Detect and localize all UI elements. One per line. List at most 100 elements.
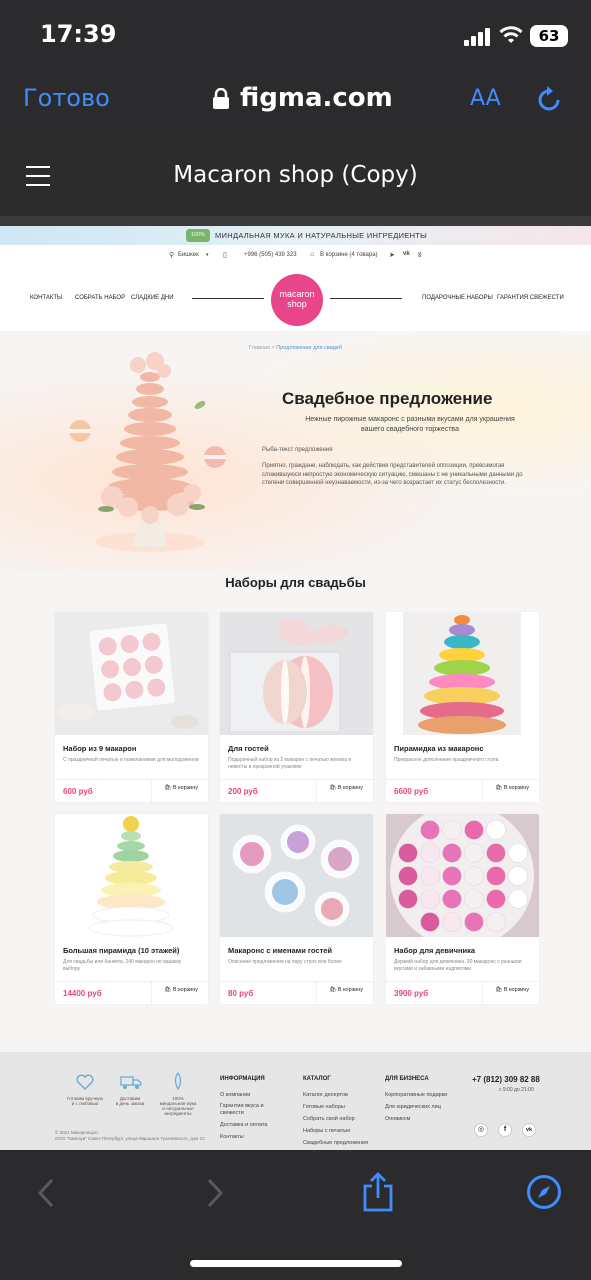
home-indicator[interactable] [190, 1260, 402, 1267]
footer-phone[interactable]: +7 (812) 309 82 88 [472, 1075, 540, 1084]
footer-col-info-title: ИНФОРМАЦИЯ [220, 1076, 265, 1082]
header-phone[interactable]: +996 (505) 439 323 [244, 252, 297, 258]
wifi-icon [499, 26, 523, 43]
footer-link[interactable]: Каталог десертов [303, 1092, 348, 1098]
product-description: Прекрасное дополнение праздничного стола [394, 757, 499, 763]
add-to-cart-button[interactable]: 🛍︎ В корзину [329, 987, 363, 993]
forward-arrow-icon[interactable] [205, 1178, 225, 1208]
cart-icon: 🛍︎ [329, 785, 338, 791]
city-selector[interactable]: Бишкек [178, 252, 199, 258]
promo-text: МИНДАЛЬНАЯ МУКА И НАТУРАЛЬНЫЕ ИНГРЕДИЕНТ… [215, 231, 428, 240]
main-nav: КОНТАКТЫ СОБРАТЬ НАБОР СЛАДКИЕ ДНИ macar… [0, 265, 591, 331]
reader-text-size-button[interactable]: AA [470, 86, 501, 111]
back-arrow-icon[interactable] [36, 1178, 56, 1208]
nav-gift-sets[interactable]: ПОДАРОЧНЫЕ НАБОРЫ [422, 295, 493, 301]
cellular-signal-icon [464, 28, 490, 46]
add-to-cart-button[interactable]: 🛍︎ В корзину [329, 785, 363, 791]
telegram-icon[interactable]: ➤ [389, 251, 395, 259]
hero-subtitle: Нежные пирожные макаронс с разными вкуса… [305, 416, 515, 433]
status-bar: 17:39 63 [0, 0, 591, 70]
footer-link[interactable]: Гарантии вкуса и свежести [220, 1103, 280, 1116]
product-card[interactable]: Набор для девичника Дерзкий набор для де… [386, 814, 539, 1004]
done-button[interactable]: Готово [23, 84, 110, 112]
promo-badge: 100% [186, 229, 210, 242]
product-name: Набор для девичника [394, 946, 476, 955]
promo-banner: 100% МИНДАЛЬНАЯ МУКА И НАТУРАЛЬНЫЕ ИНГРЕ… [0, 226, 591, 245]
canvas-background [0, 216, 591, 226]
heart-badge-icon [76, 1074, 94, 1090]
cart-status[interactable]: В корзине (4 товара) [320, 252, 378, 258]
footer-link[interactable]: Собрать свой набор [303, 1116, 355, 1122]
product-card[interactable]: Набор из 9 макарон С праздничной печатью… [55, 612, 208, 802]
product-price: 200 руб [228, 787, 258, 796]
wedding-macaron-tower-image [69, 352, 226, 552]
product-name: Макаронс с именами гостей [228, 946, 333, 955]
add-to-cart-label: В корзину [503, 987, 529, 993]
add-to-cart-button[interactable]: 🛍︎ В корзину [495, 785, 529, 791]
nav-build-set[interactable]: СОБРАТЬ НАБОР [75, 295, 125, 301]
nav-freshness[interactable]: ГАРАНТИЯ СВЕЖЕСТИ [497, 295, 564, 301]
vk-icon[interactable]: vk [522, 1123, 536, 1137]
hero-label: Рыба-текст предложения [262, 447, 333, 453]
footer-hours: с 9:00 до 21:00 [499, 1087, 534, 1093]
product-card[interactable]: Большая пирамида (10 этажей) Для свадьбы… [55, 814, 208, 1004]
product-card[interactable]: Пирамидка из макаронс Прекрасное дополне… [386, 612, 539, 802]
safari-address-bar: Готово figma.com AA [0, 70, 591, 138]
footer-link[interactable]: Готовые наборы [303, 1104, 345, 1110]
product-price: 14400 руб [63, 989, 102, 998]
add-to-cart-button[interactable]: 🛍︎ В корзину [164, 785, 198, 791]
ok-icon[interactable]: ꙋ [418, 251, 421, 260]
chevron-down-icon: ▾ [206, 252, 209, 258]
product-name: Набор из 9 макарон [63, 744, 137, 753]
footer-col-catalog-title: КАТАЛОГ [303, 1076, 331, 1082]
footer-link[interactable]: Наборы с печатью [303, 1128, 350, 1134]
phone-screen: 17:39 63 Готово figma.com AA Macaron sho… [0, 0, 591, 1280]
footer-link[interactable]: Для юридических лиц [385, 1104, 441, 1110]
hero-section: Главная > Предложение для свадеб Свадебн… [0, 331, 591, 571]
footer-link[interactable]: Корпоративные подарки [385, 1092, 447, 1098]
footer-link[interactable]: Оповиксм [385, 1116, 410, 1122]
footer-link[interactable]: Доставка и оплата [220, 1122, 267, 1128]
reload-icon[interactable] [534, 85, 564, 115]
badge-ingredients: 100% миндальная мука и натуральные ингре… [159, 1096, 197, 1116]
product-price: 600 руб [63, 787, 93, 796]
product-price: 3900 руб [394, 989, 429, 998]
share-icon[interactable] [362, 1172, 394, 1212]
instagram-icon[interactable]: ◎ [474, 1123, 488, 1137]
compass-icon[interactable] [526, 1174, 562, 1210]
add-to-cart-button[interactable]: 🛍︎ В корзину [495, 987, 529, 993]
product-image [55, 814, 208, 937]
facebook-icon[interactable]: f [498, 1123, 512, 1137]
cart-icon: 🛍︎ [164, 785, 173, 791]
product-image [386, 814, 539, 937]
cart-icon: 🛍︎ [329, 987, 338, 993]
add-to-cart-label: В корзину [503, 785, 529, 791]
nav-divider-left [192, 298, 264, 299]
add-to-cart-label: В корзину [172, 987, 198, 993]
footer-link[interactable]: Контакты [220, 1134, 244, 1140]
figma-prototype-header: Macaron shop (Copy) [0, 138, 591, 216]
location-pin-icon: ⚲ [169, 252, 175, 259]
website-frame[interactable]: 100% МИНДАЛЬНАЯ МУКА И НАТУРАЛЬНЫЕ ИНГРЕ… [0, 226, 591, 1150]
url-text[interactable]: figma.com [240, 83, 393, 113]
site-logo[interactable]: macaron shop [271, 274, 323, 326]
nav-sweet-days[interactable]: СЛАДКИЕ ДНИ [131, 295, 174, 301]
breadcrumb-separator: > [271, 345, 275, 351]
product-card[interactable]: Для гостей Подарочный набор из 2 макарон… [220, 612, 373, 802]
logo-line-2: shop [287, 299, 307, 309]
footer-link[interactable]: Свадебные предложения [303, 1140, 368, 1146]
section-title: Наборы для свадьбы [225, 575, 366, 590]
vk-icon[interactable]: vk [403, 251, 410, 257]
footer-link[interactable]: О компании [220, 1092, 250, 1098]
product-name: Большая пирамида (10 этажей) [63, 946, 180, 955]
product-image [386, 612, 539, 735]
product-description: Дерзкий набор для девичника. 30 макаронс… [394, 959, 522, 972]
breadcrumb-current: Предложение для свадеб [276, 345, 343, 351]
add-to-cart-button[interactable]: 🛍︎ В корзину [164, 987, 198, 993]
add-to-cart-label: В корзину [337, 785, 363, 791]
nav-contacts[interactable]: КОНТАКТЫ [30, 295, 62, 301]
battery-indicator: 63 [530, 25, 568, 47]
add-to-cart-label: В корзину [337, 987, 363, 993]
breadcrumb-home[interactable]: Главная [249, 345, 270, 351]
product-card[interactable]: Макаронс с именами гостей Описание предл… [220, 814, 373, 1004]
